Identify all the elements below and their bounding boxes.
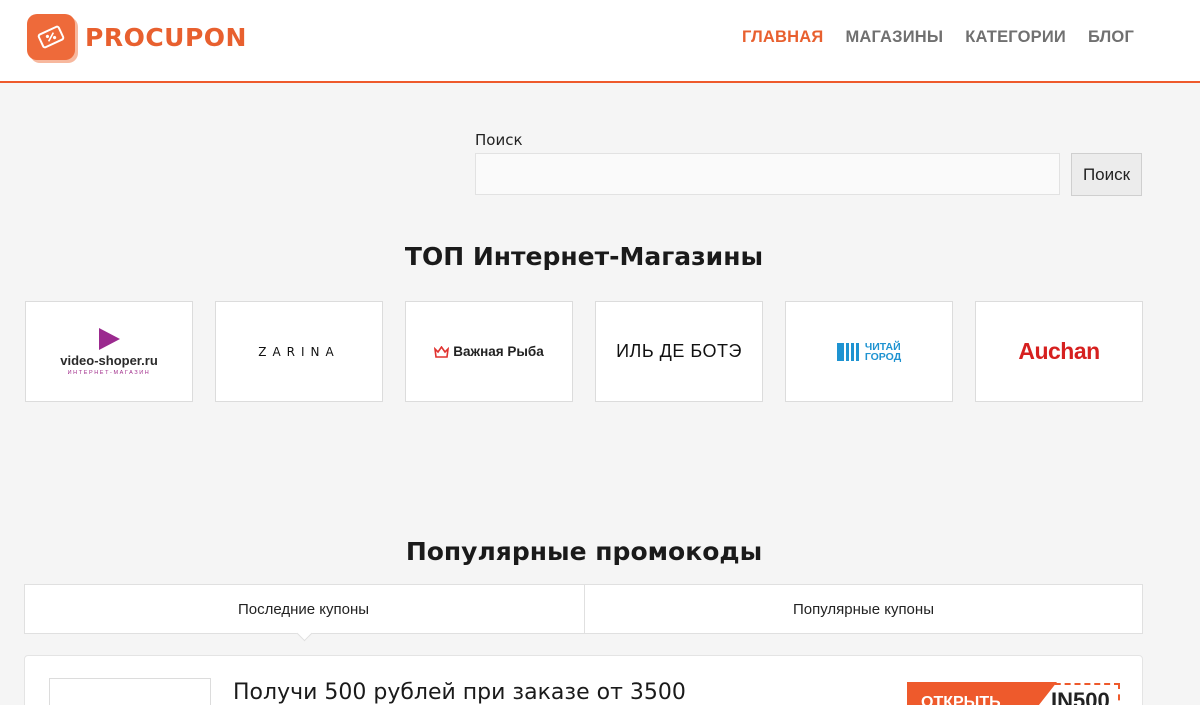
store-name-line2: ГОРОД xyxy=(864,350,902,363)
nav-item-categories[interactable]: КАТЕГОРИИ xyxy=(965,28,1066,47)
store-card-vazhnaya-ryba[interactable]: Важная Рыба xyxy=(405,301,573,402)
store-card-il-de-bote[interactable]: ИЛЬ ДЕ БОТЭ xyxy=(595,301,763,402)
coupon-title[interactable]: Получи 500 рублей при заказе от 3500 xyxy=(233,680,686,705)
store-name: video-shoper.ru xyxy=(60,353,158,368)
coupon-tabs: Последние купоны Популярные купоны xyxy=(24,584,1143,634)
nav-item-home[interactable]: ГЛАВНАЯ xyxy=(742,28,823,47)
search-input[interactable] xyxy=(475,153,1060,195)
site-logo[interactable]: PROCUPON xyxy=(27,14,247,60)
coupon-icon xyxy=(27,14,75,60)
store-card-zarina[interactable]: ZARINA xyxy=(215,301,383,402)
store-subtitle: ИНТЕРНЕТ-МАГАЗИН xyxy=(67,370,151,376)
top-stores-title: ТОП Интернет-Магазины xyxy=(404,242,764,271)
tab-latest-coupons[interactable]: Последние купоны xyxy=(25,585,584,633)
coupon-store-logo[interactable] xyxy=(49,678,211,705)
store-card-chitai-gorod[interactable]: ЧИТАЙ ГОРОД xyxy=(785,301,953,402)
store-name: Auchan xyxy=(1018,338,1100,364)
top-stores-list: video-shoper.ru ИНТЕРНЕТ-МАГАЗИН ZARINA … xyxy=(25,301,1143,402)
promos-title: Популярные промокоды xyxy=(405,537,763,566)
main-nav: ГЛАВНАЯ МАГАЗИНЫ КАТЕГОРИИ БЛОГ xyxy=(742,28,1134,47)
tab-popular-coupons[interactable]: Популярные купоны xyxy=(584,585,1142,633)
store-name: ИЛЬ ДЕ БОТЭ xyxy=(616,341,742,361)
coupon-code: IN500 xyxy=(1051,688,1110,705)
site-header: PROCUPON ГЛАВНАЯ МАГАЗИНЫ КАТЕГОРИИ БЛОГ xyxy=(0,0,1200,83)
store-name: Важная Рыба xyxy=(453,344,544,359)
store-name-line1: ЧИТАЙ xyxy=(864,340,901,353)
logo-text: PROCUPON xyxy=(85,22,247,52)
store-card-auchan[interactable]: Auchan xyxy=(975,301,1143,402)
crown-icon xyxy=(434,345,450,358)
book-stack-icon xyxy=(836,342,859,361)
store-card-video-shoper[interactable]: video-shoper.ru ИНТЕРНЕТ-МАГАЗИН xyxy=(25,301,193,402)
search-button[interactable]: Поиск xyxy=(1071,153,1142,196)
coupon-card: Получи 500 рублей при заказе от 3500 IN5… xyxy=(24,655,1143,705)
nav-item-blog[interactable]: БЛОГ xyxy=(1088,28,1134,47)
play-icon xyxy=(99,328,120,350)
store-name: ZARINA xyxy=(258,344,340,359)
nav-item-stores[interactable]: МАГАЗИНЫ xyxy=(845,28,943,47)
open-coupon-button[interactable]: ОТКРЫТЬ xyxy=(907,682,1057,705)
search-label: Поиск xyxy=(475,131,523,149)
